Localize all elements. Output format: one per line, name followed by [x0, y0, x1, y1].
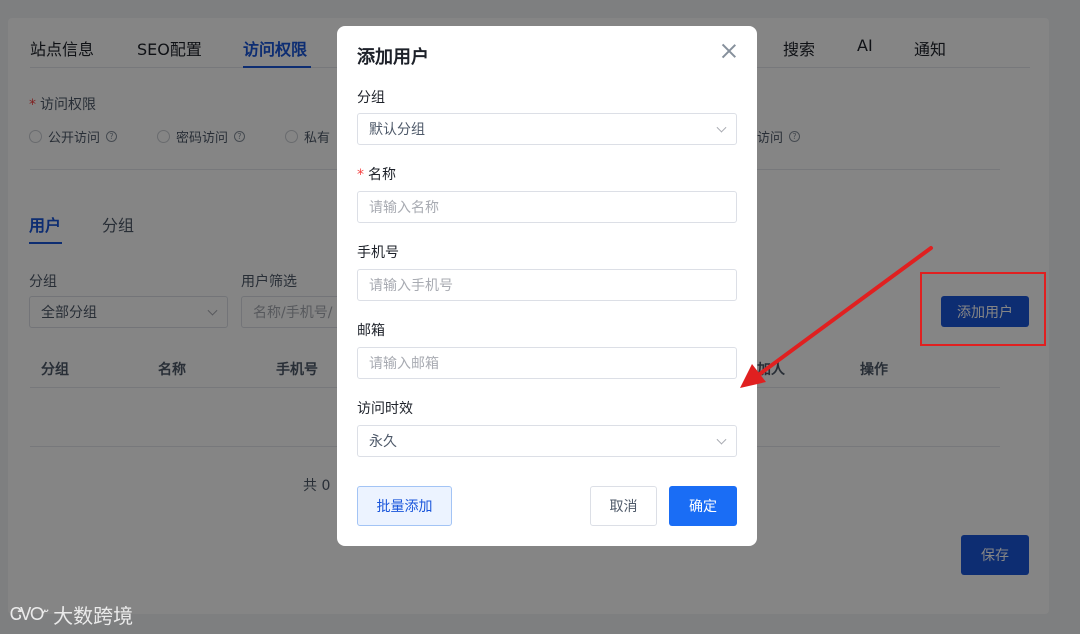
group-select-value: 默认分组 — [369, 122, 425, 138]
validity-select[interactable]: 永久 — [357, 425, 737, 457]
add-user-dialog: 添加用户 分组 默认分组 * 名称 请输入名称 手机号 请输入手机号 邮箱 请输入… — [337, 26, 757, 546]
watermark: ᏣᏙᏅ 大数跨境 — [10, 600, 133, 629]
watermark-logo: ᏣᏙᏅ — [10, 604, 49, 625]
group-field-label: 分组 — [357, 90, 385, 106]
name-field-label: * 名称 — [357, 167, 396, 183]
annotation-highlight-box — [920, 272, 1046, 346]
group-select[interactable]: 默认分组 — [357, 113, 737, 145]
validity-field-label: 访问时效 — [357, 401, 413, 417]
phone-placeholder: 请输入手机号 — [369, 278, 453, 294]
chevron-down-icon — [716, 434, 727, 445]
name-placeholder: 请输入名称 — [369, 200, 439, 216]
watermark-text: 大数跨境 — [53, 604, 134, 628]
validity-select-value: 永久 — [369, 434, 397, 450]
name-input[interactable]: 请输入名称 — [357, 191, 737, 223]
cancel-button[interactable]: 取消 — [590, 486, 657, 526]
phone-field-label: 手机号 — [357, 245, 399, 261]
close-icon[interactable] — [720, 42, 738, 60]
chevron-down-icon — [716, 122, 727, 133]
email-placeholder: 请输入邮箱 — [369, 356, 439, 372]
email-input[interactable]: 请输入邮箱 — [357, 347, 737, 379]
bulk-add-button[interactable]: 批量添加 — [357, 486, 452, 526]
confirm-button[interactable]: 确定 — [669, 486, 737, 526]
email-field-label: 邮箱 — [357, 323, 385, 339]
dialog-title: 添加用户 — [357, 47, 429, 68]
phone-input[interactable]: 请输入手机号 — [357, 269, 737, 301]
